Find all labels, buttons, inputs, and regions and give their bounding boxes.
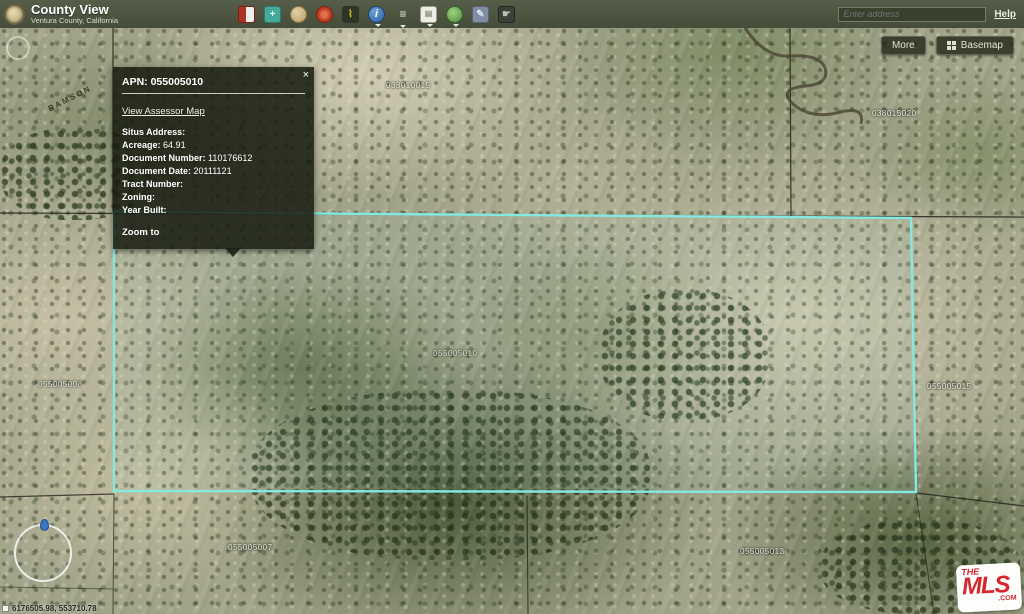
field-document-date: Document Date: 20111121 [122,165,305,178]
field-value: 64.91 [163,140,186,150]
mls-watermark-line2: MLS [961,575,1016,598]
field-acreage: Acreage: 64.91 [122,139,305,152]
field-label: Zoning: [122,192,155,202]
boundary-line [0,494,114,497]
field-label: Year Built: [122,205,167,215]
parcel-label: 055005008 [38,380,83,389]
app-titlebox: County View Ventura County, California [31,3,118,25]
field-value: 20111121 [194,166,232,176]
boundary-line [916,493,934,614]
popup-apn-title: APN: 055005010 [122,76,305,88]
header-right: Help [838,7,1024,22]
hydrant-icon[interactable]: ⌇ [342,6,359,23]
coordinate-icon [2,605,9,612]
parcel-label: 055005013 [740,547,785,556]
field-situs-address: Situs Address: [122,126,305,139]
dirt-road-path [745,28,862,124]
chevron-down-icon [427,24,433,27]
location-pin-icon [40,519,49,531]
chevron-down-icon [375,24,381,27]
app-title: County View [31,3,118,17]
book-icon[interactable] [238,6,255,23]
zoom-control-ring[interactable] [6,36,30,60]
pan-compass-ring[interactable] [14,524,72,582]
more-button-label: More [892,40,915,51]
coordinate-readout: 6176505.98, 553710.78 [2,604,97,613]
basemap-button[interactable]: Basemap [936,36,1014,55]
web-globe-icon[interactable] [446,6,463,23]
mls-watermark: THE MLS .COM [956,562,1022,612]
swipe-hand-icon[interactable]: ☛ [498,6,515,23]
parcel-label: 055005010 [433,349,478,358]
puzzle-icon[interactable]: + [264,6,281,23]
parcel-label: 038015020 [872,109,917,118]
legend-list-icon[interactable]: ≡ [394,6,411,23]
search-input[interactable] [838,7,986,22]
field-label: Document Date: [122,166,191,176]
basemap-button-label: Basemap [961,40,1003,51]
field-document-number: Document Number: 110176612 [122,152,305,165]
boundary-line [916,493,1024,506]
county-view-app: 038010015 038015020 055005010 055005008 … [0,0,1024,614]
tools-icon[interactable]: ✎ [472,6,489,23]
close-icon[interactable]: × [303,70,309,81]
help-link[interactable]: Help [994,9,1016,20]
field-label: Situs Address: [122,127,185,137]
field-value: 110176612 [208,153,252,163]
chevron-down-icon [400,25,406,28]
target-icon[interactable] [316,6,333,23]
popup-divider [122,93,305,94]
field-tract-number: Tract Number: [122,178,305,191]
county-seal-logo [4,4,25,25]
parcel-label: 038010015 [386,81,431,90]
toolbar: + ⌇ i ≡ ▤ ✎ ☛ [238,6,515,23]
identify-info-icon[interactable]: i [368,6,385,23]
parcel-label: 055005007 [228,543,273,552]
print-icon[interactable]: ▤ [420,6,437,23]
pan-globe-icon[interactable] [290,6,307,23]
boundary-line [527,496,528,614]
chevron-down-icon [453,24,459,27]
parcel-label: 055005015 [927,382,972,391]
field-label: Tract Number: [122,179,183,189]
zoom-to-button[interactable]: Zoom to [122,227,159,238]
field-label: Document Number: [122,153,206,163]
view-assessor-map-link[interactable]: View Assessor Map [122,106,205,117]
app-subtitle: Ventura County, California [31,17,118,25]
basemap-grid-icon [947,41,956,50]
map-button-row: More Basemap [881,36,1014,55]
identify-popup: × APN: 055005010 View Assessor Map Situs… [113,67,314,249]
popup-pointer-tail [225,248,241,257]
coordinate-text: 6176505.98, 553710.78 [12,604,97,613]
more-button[interactable]: More [881,36,926,55]
boundary-line [113,494,114,614]
app-header: County View Ventura County, California +… [0,0,1024,28]
field-label: Acreage: [122,140,161,150]
boundary-line [0,587,113,589]
field-year-built: Year Built: [122,204,305,217]
field-zoning: Zoning: [122,191,305,204]
